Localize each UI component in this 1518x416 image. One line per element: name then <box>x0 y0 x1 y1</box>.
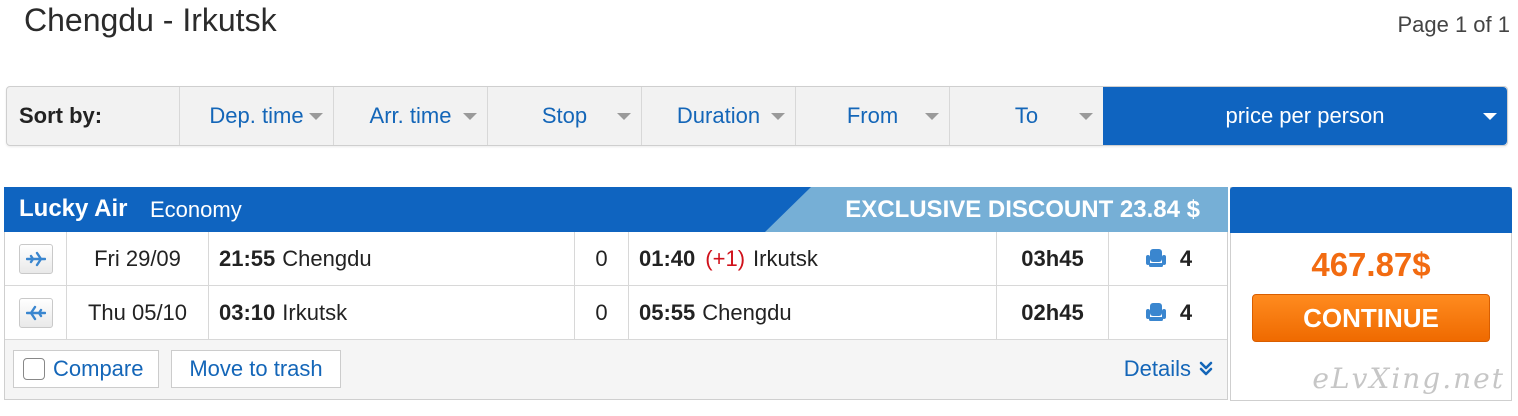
sort-stop-label: Stop <box>541 103 588 128</box>
price-box: 467.87$ CONTINUE eLvXing.net <box>1230 187 1512 401</box>
arrival-cell: 01:40 (+1) Irkutsk <box>629 232 997 286</box>
compare-checkbox[interactable] <box>23 358 45 380</box>
details-label: Details <box>1123 356 1191 381</box>
departure-time: 21:55 <box>219 246 276 271</box>
departure-city: Irkutsk <box>282 300 348 325</box>
departure-cell: 03:10 Irkutsk <box>209 286 575 340</box>
plane-return-icon[interactable] <box>18 298 53 328</box>
discount-banner: EXCLUSIVE DISCOUNT 23.84 $ <box>765 187 1228 232</box>
caret-down-icon <box>1483 113 1497 120</box>
continue-button[interactable]: CONTINUE <box>1252 294 1490 342</box>
sort-price-label: price per person <box>1225 103 1385 128</box>
direction-cell <box>5 232 67 286</box>
stop-count: 0 <box>575 286 629 340</box>
flight-rows: Fri 29/09 21:55 Chengdu 0 01:40 (+1) Irk… <box>4 232 1228 400</box>
watermark: eLvXing.net <box>1312 362 1505 395</box>
departure-city: Chengdu <box>282 246 372 271</box>
price-value: 467.87$ <box>1311 246 1431 283</box>
sort-to-label: To <box>1014 103 1039 128</box>
card-header: Lucky Air Economy EXCLUSIVE DISCOUNT 23.… <box>4 187 1228 232</box>
arrival-city: Chengdu <box>702 300 792 325</box>
sort-bar: Sort by: Dep. time Arr. time Stop Durati… <box>6 86 1508 146</box>
seat-icon <box>1144 248 1168 270</box>
flight-date: Thu 05/10 <box>67 286 209 340</box>
arrival-time: 05:55 <box>639 300 696 325</box>
sort-to[interactable]: To <box>949 87 1103 145</box>
sort-arr-time-label: Arr. time <box>369 103 452 128</box>
arrival-cell: 05:55 Chengdu <box>629 286 997 340</box>
seats-cell: 4 <box>1109 232 1227 286</box>
sort-dep-time-label: Dep. time <box>209 103 304 128</box>
plane-outbound-icon[interactable] <box>18 244 53 274</box>
price-box-header <box>1230 187 1512 233</box>
sort-from-label: From <box>846 103 899 128</box>
sort-duration[interactable]: Duration <box>641 87 795 145</box>
seat-count: 4 <box>1179 246 1193 271</box>
flight-row-return: Thu 05/10 03:10 Irkutsk 0 05:55 Chengdu … <box>5 286 1227 340</box>
sort-dep-time[interactable]: Dep. time <box>179 87 333 145</box>
page-indicator: Page 1 of 1 <box>1397 12 1510 37</box>
move-to-trash-button[interactable]: Move to trash <box>171 350 341 388</box>
seat-count: 4 <box>1179 300 1193 325</box>
sort-arr-time[interactable]: Arr. time <box>333 87 487 145</box>
sort-from[interactable]: From <box>795 87 949 145</box>
sort-duration-label: Duration <box>676 103 761 128</box>
flight-duration: 02h45 <box>997 286 1109 340</box>
caret-down-icon <box>925 113 939 120</box>
flight-date: Fri 29/09 <box>67 232 209 286</box>
caret-down-icon <box>463 113 477 120</box>
day-offset: (+1) <box>705 246 746 271</box>
seats-cell: 4 <box>1109 286 1227 340</box>
route-title: Chengdu - Irkutsk <box>24 2 277 38</box>
airline-name: Lucky Air <box>19 195 128 222</box>
sort-label: Sort by: <box>19 103 103 128</box>
compare-button[interactable]: Compare <box>13 350 159 388</box>
caret-down-icon <box>1079 113 1093 120</box>
compare-label: Compare <box>53 356 144 381</box>
direction-cell <box>5 286 67 340</box>
arrival-time: 01:40 <box>639 246 696 271</box>
details-link[interactable]: Details <box>1124 356 1213 382</box>
caret-down-icon <box>617 113 631 120</box>
departure-cell: 21:55 Chengdu <box>209 232 575 286</box>
arrival-city: Irkutsk <box>753 246 818 271</box>
caret-down-icon <box>771 113 785 120</box>
stop-count: 0 <box>575 232 629 286</box>
sort-price-per-person[interactable]: price per person <box>1103 87 1507 145</box>
double-chevron-down-icon <box>1199 361 1213 376</box>
sort-stop[interactable]: Stop <box>487 87 641 145</box>
seat-icon <box>1144 302 1168 324</box>
card-footer: Compare Move to trash Details <box>5 340 1227 399</box>
caret-down-icon <box>309 113 323 120</box>
flight-row-outbound: Fri 29/09 21:55 Chengdu 0 01:40 (+1) Irk… <box>5 232 1227 286</box>
flight-duration: 03h45 <box>997 232 1109 286</box>
cabin-class: Economy <box>150 197 242 222</box>
departure-time: 03:10 <box>219 300 276 325</box>
result-card: Lucky Air Economy EXCLUSIVE DISCOUNT 23.… <box>4 187 1512 401</box>
